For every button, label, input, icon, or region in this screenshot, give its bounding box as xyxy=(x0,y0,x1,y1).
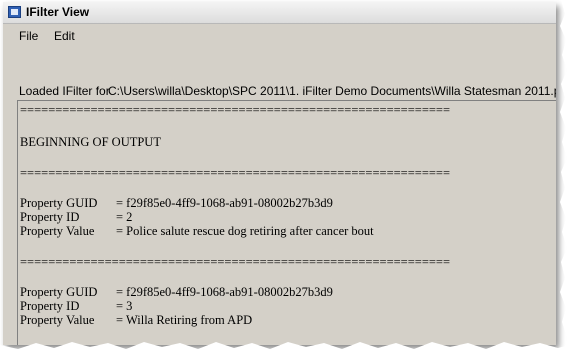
loaded-path: C:\Users\willa\Desktop\SPC 2011\1. iFilt… xyxy=(108,84,556,98)
output-text-area[interactable]: ========================================… xyxy=(17,100,556,345)
property-guid-label: Property GUID xyxy=(20,285,98,299)
property-value-row: Property Value = Police salute rescue dog… xyxy=(20,224,374,238)
property-value-label: Property Value xyxy=(20,224,95,238)
property-guid-label: Property GUID xyxy=(20,196,98,210)
menu-bar: File Edit xyxy=(3,24,556,46)
window-title: IFilter View xyxy=(26,5,90,19)
output-header: BEGINNING OF OUTPUT xyxy=(20,135,161,149)
menu-file[interactable]: File xyxy=(17,29,40,43)
property-value-row: Property Value = Willa Retiring from APD xyxy=(20,313,252,327)
property-value-value: = Willa Retiring from APD xyxy=(116,313,253,327)
ifilter-view-window: IFilter View File Edit Loaded IFilter fo… xyxy=(3,2,556,345)
separator-line: ========================================… xyxy=(20,166,451,180)
property-id-label: Property ID xyxy=(20,210,80,224)
property-id-row: Property ID = 3 xyxy=(20,299,132,313)
property-guid-value: = f29f85e0-4ff9-1068-ab91-08002b27b3d9 xyxy=(116,196,333,210)
menu-edit[interactable]: Edit xyxy=(52,29,77,43)
property-value-value: = Police salute rescue dog retiring afte… xyxy=(116,224,374,238)
torn-edge-right xyxy=(560,0,573,353)
property-guid-row: Property GUID = f29f85e0-4ff9-1068-ab91-0… xyxy=(20,285,333,299)
torn-edge-bottom xyxy=(0,342,573,353)
title-bar: IFilter View xyxy=(3,2,556,24)
property-id-value: = 3 xyxy=(116,299,133,313)
property-id-row: Property ID = 2 xyxy=(20,210,132,224)
app-icon xyxy=(8,6,21,18)
separator-line: ========================================… xyxy=(20,255,451,269)
property-id-value: = 2 xyxy=(116,210,133,224)
loaded-label: Loaded IFilter for xyxy=(19,84,110,98)
property-value-label: Property Value xyxy=(20,313,95,327)
property-id-label: Property ID xyxy=(20,299,80,313)
property-guid-row: Property GUID = f29f85e0-4ff9-1068-ab91-0… xyxy=(20,196,333,210)
separator-line: ========================================… xyxy=(20,103,451,117)
property-guid-value: = f29f85e0-4ff9-1068-ab91-08002b27b3d9 xyxy=(116,285,333,299)
